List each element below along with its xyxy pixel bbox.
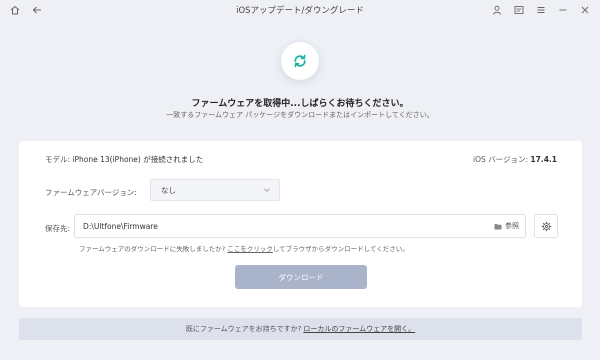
local-firmware-bar: 既にファームウェアをお持ちですか? ローカルのファームウェアを開く。	[19, 318, 582, 340]
loading-indicator	[281, 42, 319, 80]
firmware-version-value: なし	[161, 185, 176, 195]
model-label: モデル:	[45, 155, 71, 164]
open-local-firmware-link[interactable]: ローカルのファームウェアを開く。	[303, 324, 415, 334]
firmware-version-label: ファームウェアバージョン:	[45, 188, 137, 197]
model-info: モデル: iPhone 13(iPhone) が接続されました	[45, 154, 203, 165]
home-icon[interactable]	[8, 3, 22, 17]
close-icon[interactable]	[578, 3, 592, 17]
settings-button[interactable]	[534, 214, 558, 238]
status-heading: ファームウェアを取得中...しばらくお待ちください。	[191, 99, 409, 109]
download-failed-help: ファームウェアのダウンロードに失敗しましたか? ここをクリックしてブラウザからダ…	[79, 243, 409, 253]
sync-icon	[294, 54, 306, 68]
local-firmware-prompt: 既にファームウェアをお持ちですか?	[185, 325, 302, 333]
model-value: iPhone 13(iPhone) が接続されました	[72, 155, 204, 164]
window-title: iOSアップデート/ダウングレード	[236, 6, 364, 16]
browse-button[interactable]: 参照	[494, 221, 519, 231]
user-icon[interactable]	[490, 3, 504, 17]
click-here-link[interactable]: ここをクリック	[227, 245, 273, 253]
save-path-value: D:\Ultfone\Firmware	[83, 221, 158, 231]
save-location-label: 保存先:	[45, 224, 71, 233]
chevron-down-icon	[264, 188, 270, 192]
fail-suffix: してブラウザからダウンロードしてください。	[272, 245, 409, 253]
feedback-icon[interactable]	[512, 3, 526, 17]
folder-icon	[494, 223, 502, 229]
browse-label: 参照	[505, 222, 519, 230]
title-bar-right	[490, 3, 592, 17]
title-bar-left	[8, 3, 44, 17]
firmware-panel: モデル: iPhone 13(iPhone) が接続されました iOS バージョ…	[19, 141, 582, 307]
status-subtitle: 一致するファームウェア パッケージをダウンロードまたはインポートしてください。	[166, 111, 434, 119]
ios-version-value: 17.4.1	[530, 155, 557, 164]
back-arrow-icon[interactable]	[30, 3, 44, 17]
download-button[interactable]: ダウンロード	[235, 265, 367, 289]
ios-version-label: iOS バージョン:	[473, 155, 529, 164]
minimize-icon[interactable]	[556, 3, 570, 17]
gear-icon	[541, 221, 551, 231]
fail-prefix: ファームウェアのダウンロードに失敗しましたか?	[79, 245, 226, 253]
menu-icon[interactable]	[534, 3, 548, 17]
ios-version-info: iOS バージョン: 17.4.1	[473, 154, 557, 165]
save-path-field[interactable]: D:\Ultfone\Firmware 参照	[74, 214, 526, 238]
firmware-version-select[interactable]: なし	[150, 179, 280, 201]
title-bar: iOSアップデート/ダウングレード	[0, 0, 600, 20]
